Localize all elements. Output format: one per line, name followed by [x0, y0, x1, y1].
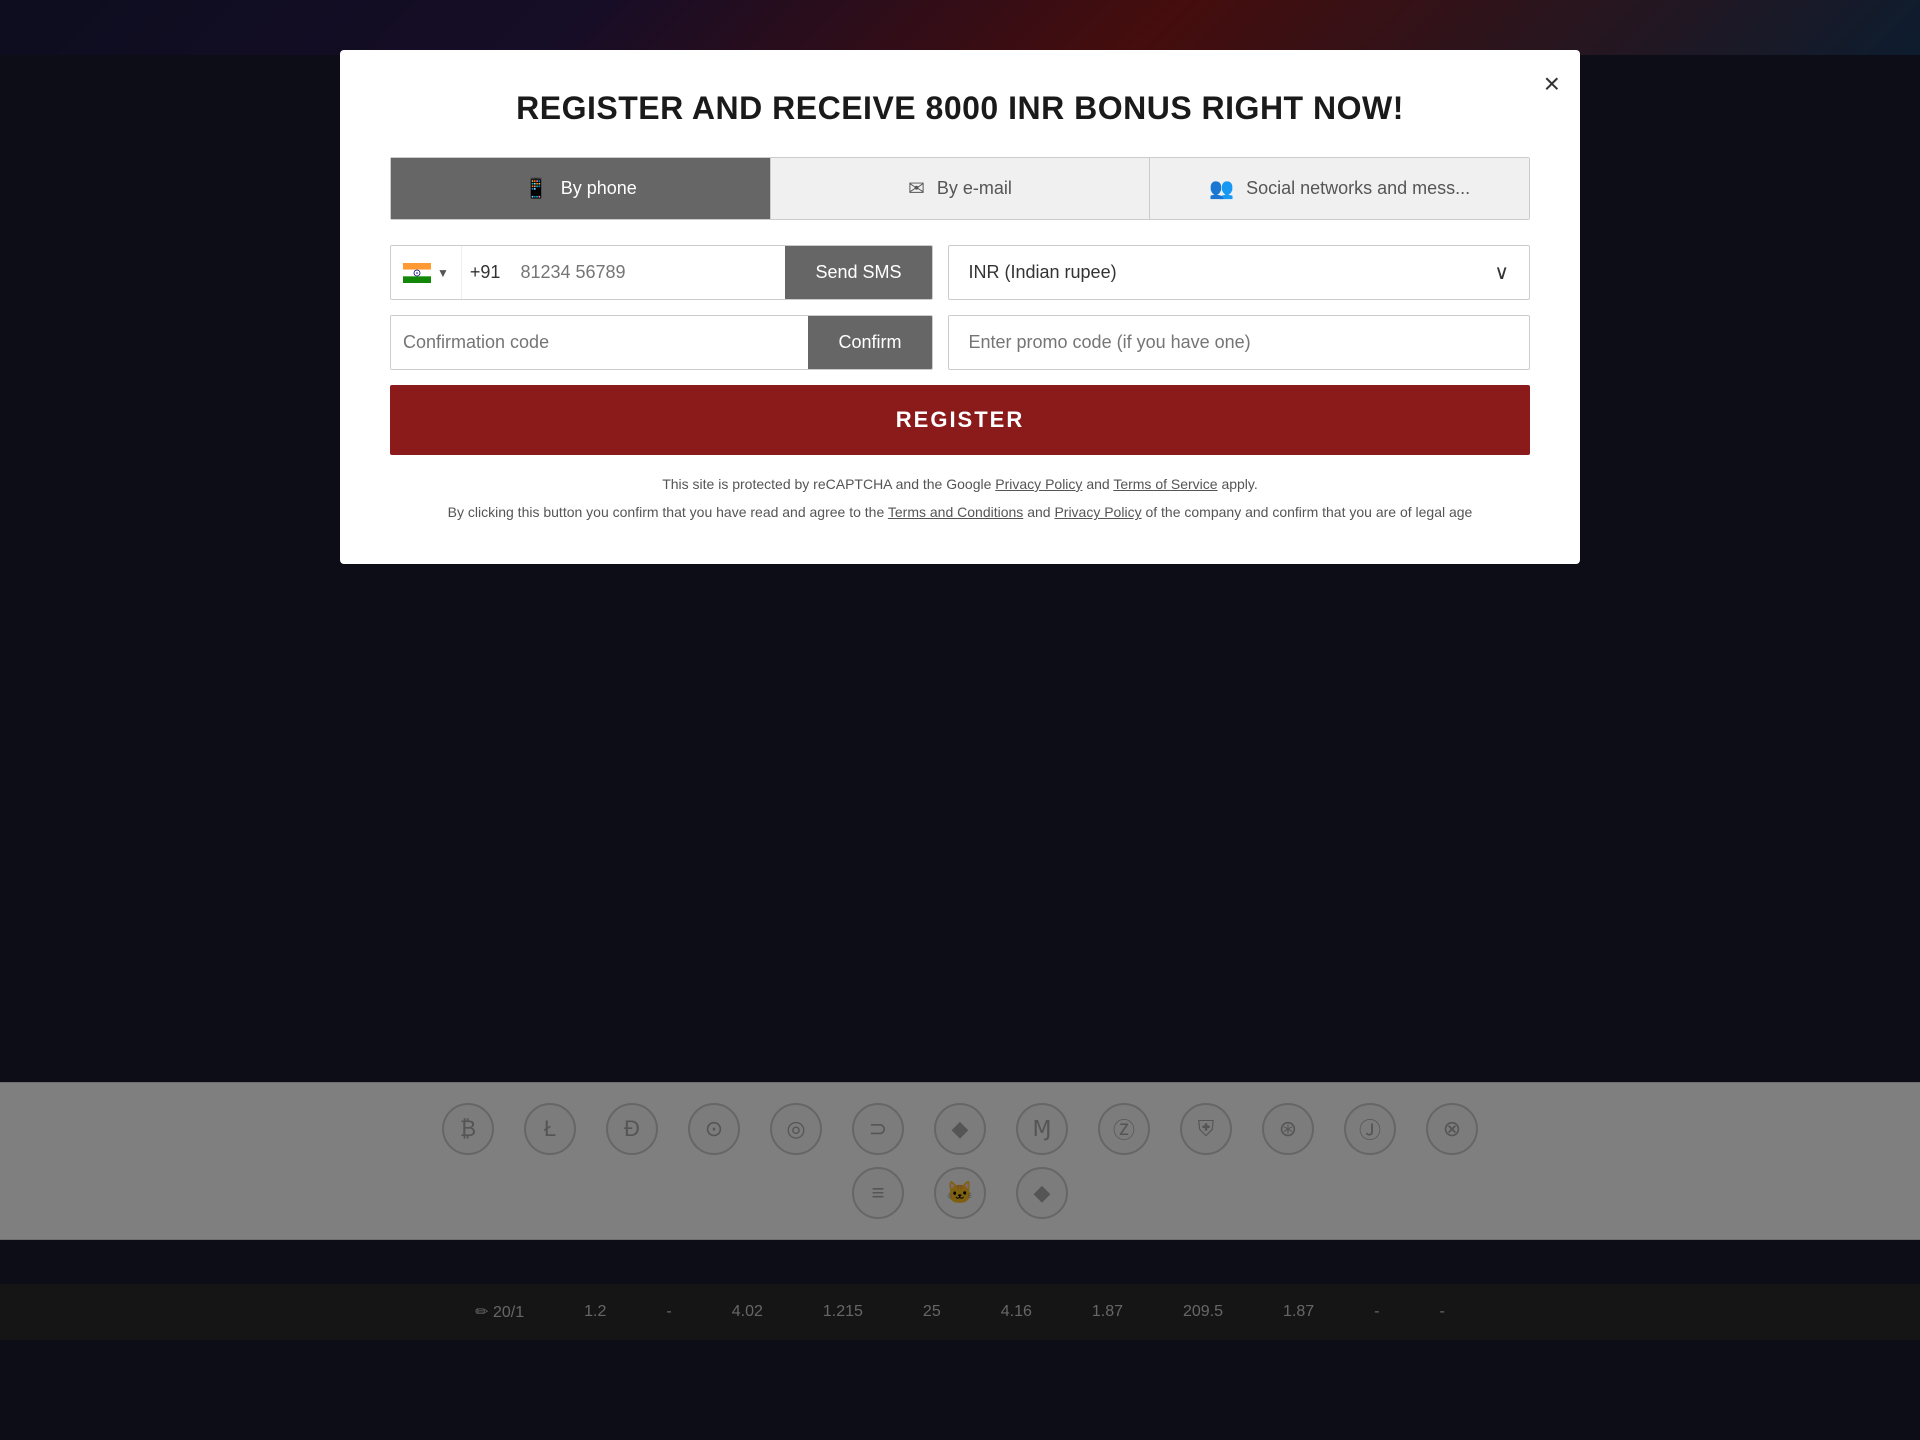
modal-title: REGISTER AND RECEIVE 8000 INR BONUS RIGH…: [390, 90, 1530, 127]
confirmation-group: Confirm: [390, 315, 933, 370]
phone-currency-row: ▼ +91 Send SMS INR (Indian rupee) ∨: [390, 245, 1530, 300]
email-tab-icon: ✉: [908, 176, 925, 201]
confirm-button[interactable]: Confirm: [808, 316, 931, 369]
terms-conditions-link[interactable]: Terms and Conditions: [888, 504, 1023, 520]
currency-dropdown[interactable]: INR (Indian rupee) ∨: [948, 245, 1531, 300]
send-sms-button[interactable]: Send SMS: [785, 246, 931, 299]
tab-social[interactable]: 👥 Social networks and mess...: [1150, 158, 1529, 219]
tab-email-label: By e-mail: [937, 178, 1012, 199]
privacy-policy-2-link[interactable]: Privacy Policy: [1054, 504, 1141, 520]
confirmation-promo-row: Confirm: [390, 315, 1530, 370]
phone-group: ▼ +91 Send SMS: [390, 245, 933, 300]
confirmation-input[interactable]: [391, 316, 808, 369]
legal-text-1: This site is protected by reCAPTCHA and …: [390, 473, 1530, 495]
social-tab-icon: 👥: [1209, 176, 1234, 201]
privacy-policy-link[interactable]: Privacy Policy: [995, 476, 1082, 492]
register-button[interactable]: REGISTER: [390, 385, 1530, 455]
tab-social-label: Social networks and mess...: [1246, 178, 1470, 199]
country-selector[interactable]: ▼: [391, 246, 462, 299]
phone-input[interactable]: [508, 246, 785, 299]
terms-of-service-link[interactable]: Terms of Service: [1113, 476, 1217, 492]
registration-tabs: 📱 By phone ✉ By e-mail 👥 Social networks…: [390, 157, 1530, 220]
country-code: +91: [462, 246, 509, 299]
tab-email[interactable]: ✉ By e-mail: [771, 158, 1151, 219]
currency-chevron-icon: ∨: [1494, 260, 1509, 285]
india-flag-icon: [403, 263, 431, 283]
close-button[interactable]: ×: [1544, 70, 1560, 98]
tab-phone[interactable]: 📱 By phone: [391, 158, 771, 219]
modal-overlay: × REGISTER AND RECEIVE 8000 INR BONUS RI…: [0, 0, 1920, 1440]
currency-value: INR (Indian rupee): [969, 262, 1117, 283]
promo-input[interactable]: [948, 315, 1531, 370]
phone-tab-icon: 📱: [524, 176, 549, 201]
legal-text-2: By clicking this button you confirm that…: [390, 501, 1530, 523]
registration-modal: × REGISTER AND RECEIVE 8000 INR BONUS RI…: [340, 50, 1580, 564]
country-chevron-icon: ▼: [437, 266, 449, 280]
tab-phone-label: By phone: [561, 178, 637, 199]
